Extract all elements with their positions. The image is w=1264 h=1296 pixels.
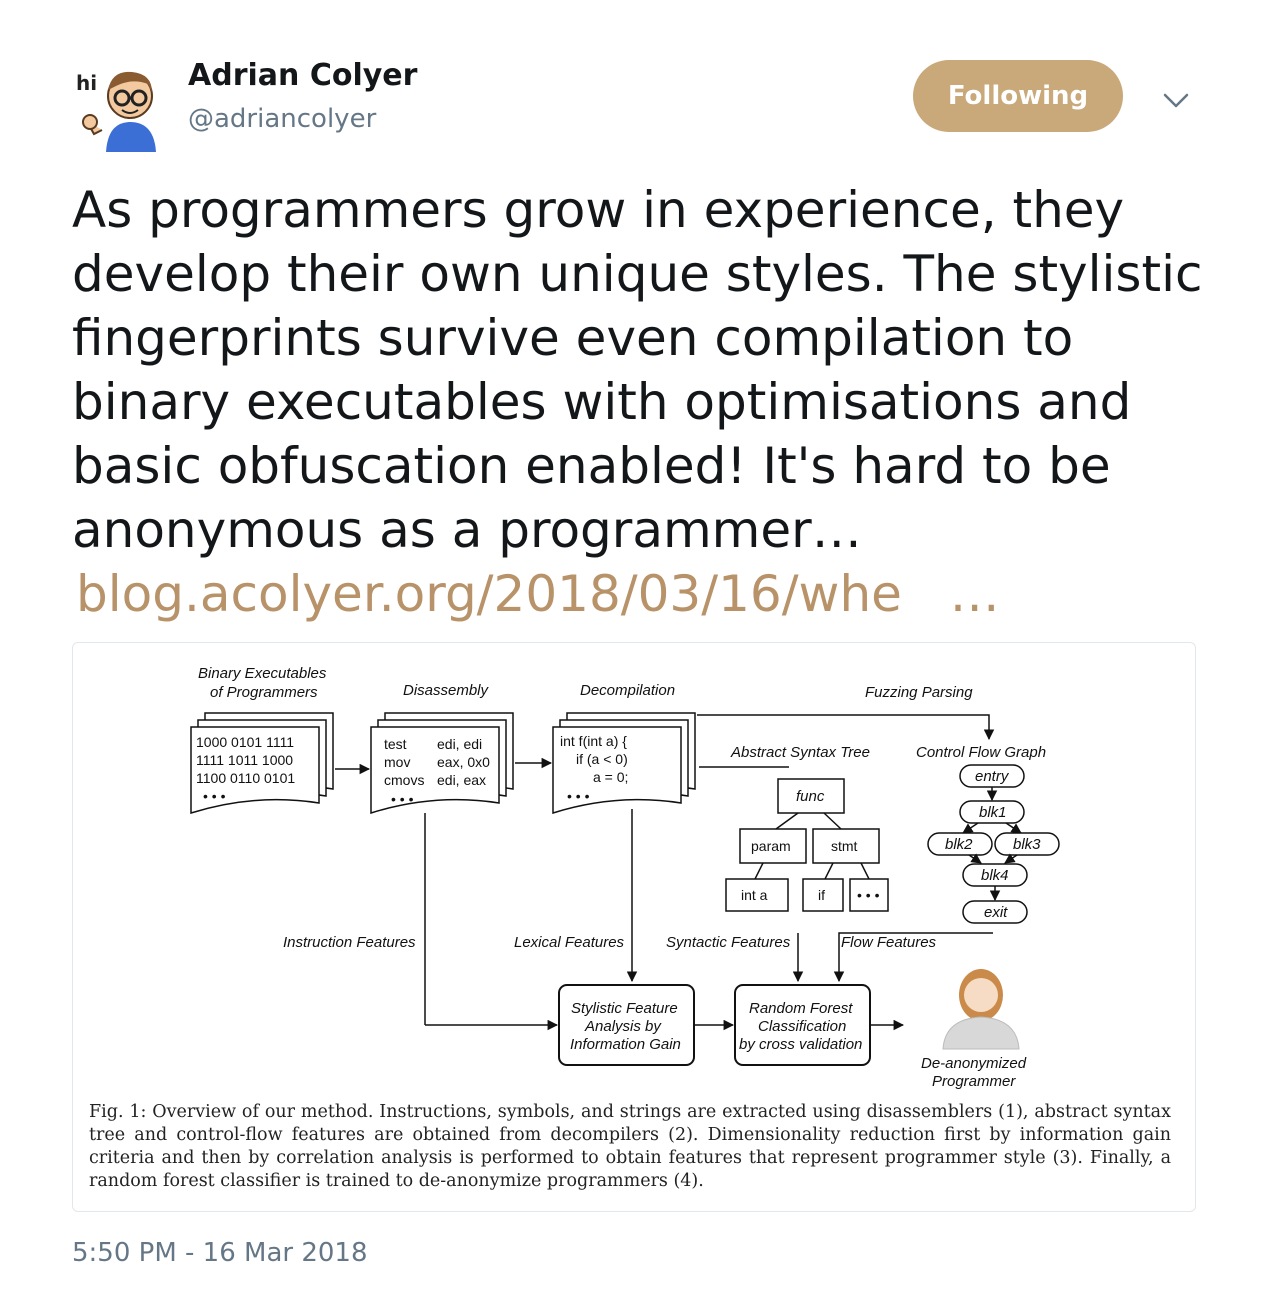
tweet-text: As programmers grow in experience, they … bbox=[72, 181, 1203, 559]
stylistic-box-line-3: Information Gain bbox=[570, 1036, 681, 1053]
rf-box-line-3: by cross validation bbox=[739, 1036, 862, 1053]
cfg-exit: exit bbox=[984, 904, 1008, 921]
instruction-features-label: Instruction Features bbox=[283, 934, 416, 951]
ast-node-int-a: int a bbox=[741, 887, 768, 903]
asm-args-1: edi, edi bbox=[437, 736, 482, 752]
asm-op-1: test bbox=[384, 736, 407, 752]
code-line-4: • • • bbox=[567, 788, 590, 804]
tweet-timestamp[interactable]: 5:50 PM - 16 Mar 2018 bbox=[72, 1238, 368, 1268]
binary-line-1: 1000 0101 1111 bbox=[196, 734, 294, 750]
stylistic-box-line-2: Analysis by bbox=[584, 1018, 662, 1035]
result-label-line-2: Programmer bbox=[932, 1073, 1016, 1090]
following-button[interactable]: Following bbox=[913, 60, 1123, 132]
code-line-1: int f(int a) { bbox=[560, 733, 627, 749]
stage-binary-label: Binary Executables bbox=[198, 665, 327, 682]
stage-binary-label-2: of Programmers bbox=[210, 684, 318, 701]
avatar-cartoon-icon: hi bbox=[76, 71, 156, 152]
binary-line-3: 1100 0110 0101 bbox=[196, 770, 295, 786]
avatar[interactable]: hi bbox=[72, 60, 164, 152]
tweet-media-image[interactable]: Binary Executables of Programmers Disass… bbox=[72, 642, 1196, 1212]
figure-caption: Fig. 1: Overview of our method. Instruct… bbox=[89, 1102, 1171, 1191]
asm-op-2: mov bbox=[384, 754, 410, 770]
asm-op-3: cmovs bbox=[384, 772, 424, 788]
chevron-down-icon[interactable] bbox=[1160, 84, 1192, 116]
stage-disassembly-label: Disassembly bbox=[403, 682, 490, 699]
asm-args-3: edi, eax bbox=[437, 772, 486, 788]
stage-fuzzing-label: Fuzzing Parsing bbox=[865, 684, 973, 701]
rf-box-line-1: Random Forest bbox=[749, 1000, 853, 1017]
ast-node-if: if bbox=[818, 887, 825, 903]
binary-line-2: 1111 1011 1000 bbox=[196, 752, 293, 768]
rf-box-line-2: Classification bbox=[758, 1018, 846, 1035]
stage-decompilation-label: Decompilation bbox=[580, 682, 675, 699]
asm-more: • • • bbox=[391, 791, 414, 807]
cfg-title: Control Flow Graph bbox=[916, 744, 1046, 761]
cfg-blk1: blk1 bbox=[979, 804, 1007, 821]
avatar-greeting: hi bbox=[76, 71, 97, 95]
programmer-silhouette-icon bbox=[942, 969, 1020, 1050]
cfg-blk2: blk2 bbox=[945, 836, 973, 853]
flow-features-label: Flow Features bbox=[841, 934, 937, 951]
ast-node-stmt: stmt bbox=[831, 838, 858, 854]
cfg-entry: entry bbox=[975, 768, 1010, 785]
lexical-features-label: Lexical Features bbox=[514, 934, 625, 951]
ast-node-param: param bbox=[751, 838, 791, 854]
stylistic-box-line-1: Stylistic Feature bbox=[571, 1000, 678, 1017]
author-handle[interactable]: @adriancolyer bbox=[188, 104, 376, 134]
tweet-link[interactable]: blog.acolyer.org/2018/03/16/whe … bbox=[76, 562, 1000, 626]
cfg-blk4: blk4 bbox=[981, 867, 1009, 884]
ast-title: Abstract Syntax Tree bbox=[730, 744, 870, 761]
author-name[interactable]: Adrian Colyer bbox=[188, 58, 417, 93]
code-line-2: if (a < 0) bbox=[576, 751, 628, 767]
cfg-blk3: blk3 bbox=[1013, 836, 1041, 853]
ast-node-func: func bbox=[796, 788, 825, 805]
syntactic-features-label: Syntactic Features bbox=[666, 934, 791, 951]
code-line-3: a = 0; bbox=[593, 769, 628, 785]
asm-args-2: eax, 0x0 bbox=[437, 754, 490, 770]
ast-node-more: • • • bbox=[857, 887, 880, 903]
binary-line-4: • • • bbox=[203, 788, 226, 804]
result-label-line-1: De-anonymized bbox=[921, 1055, 1027, 1072]
